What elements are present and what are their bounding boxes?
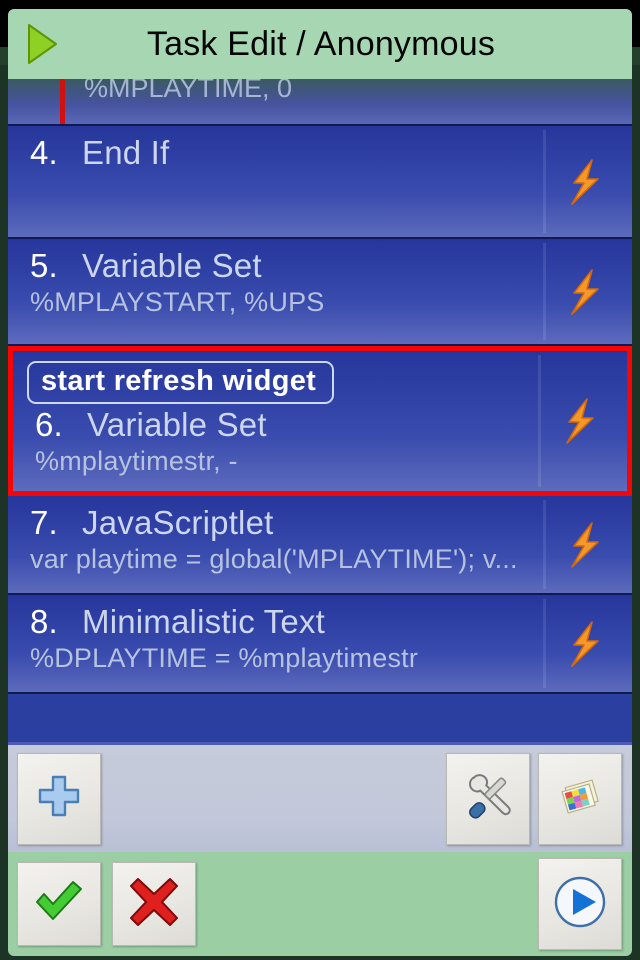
title-bar: Task Edit / Anonymous [8, 9, 632, 79]
list-item-name: Minimalistic Text [82, 603, 326, 640]
list-item-header: 8. Minimalistic Text [8, 603, 632, 641]
blue-play-icon [551, 873, 609, 936]
palette-button[interactable] [538, 752, 622, 845]
red-x-icon [128, 876, 180, 933]
green-play-icon [26, 23, 60, 65]
cancel-button[interactable] [112, 862, 196, 946]
list-item-number: 5. [30, 247, 58, 284]
list-item-header: 6. Variable Set [13, 406, 627, 444]
action-label-chip[interactable]: start refresh widget [27, 361, 335, 404]
page-title: Task Edit / Anonymous [146, 24, 496, 63]
list-item-subtitle: %MPLAYTIME, 0 [84, 79, 293, 103]
confirm-toolbar [8, 852, 632, 956]
phone-screen: 11:39 [0, 0, 640, 960]
list-item-number: 6. [35, 406, 63, 443]
list-item-header: 7. JavaScriptlet [8, 504, 632, 542]
table-row[interactable]: 7. JavaScriptlet var playtime = global('… [8, 496, 632, 595]
list-item-name: JavaScriptlet [82, 504, 274, 541]
table-row[interactable]: 4. End If [8, 126, 632, 239]
row-divider [543, 130, 546, 233]
list-item-subtitle: %mplaytimestr, - [35, 446, 238, 476]
accept-button[interactable] [17, 862, 101, 946]
row-divider [543, 599, 546, 688]
task-action-list[interactable]: %MPLAYTIME, 0 4. End If 5. Variable Set [8, 79, 632, 742]
lightning-bolt-icon[interactable] [561, 398, 599, 444]
list-item-name: Variable Set [87, 406, 267, 443]
lightning-bolt-icon[interactable] [566, 521, 604, 568]
lightning-bolt-icon[interactable] [566, 620, 604, 667]
list-item-number: 7. [30, 504, 58, 541]
row-divider [543, 243, 546, 340]
add-action-button[interactable] [17, 752, 101, 845]
green-check-icon [33, 876, 85, 933]
action-toolbar [8, 742, 632, 852]
list-item-name: End If [82, 134, 170, 171]
list-item-subtitle: %MPLAYSTART, %UPS [30, 287, 325, 317]
list-item-header: 5. Variable Set [8, 247, 632, 285]
run-task-button[interactable] [538, 858, 622, 950]
list-item-number: 8. [30, 603, 58, 640]
indent-marker [60, 79, 65, 124]
lightning-bolt-icon[interactable] [566, 268, 604, 315]
list-item-number: 4. [30, 134, 58, 171]
color-swatches-icon [556, 772, 604, 825]
row-divider [538, 355, 541, 487]
table-row-selected[interactable]: start refresh widget 6. Variable Set %mp… [8, 346, 632, 496]
plus-icon [36, 773, 82, 824]
list-item-name: Variable Set [82, 247, 262, 284]
row-divider [543, 500, 546, 589]
table-row[interactable]: 8. Minimalistic Text %DPLAYTIME = %mplay… [8, 595, 632, 694]
table-row[interactable]: 5. Variable Set %MPLAYSTART, %UPS [8, 239, 632, 346]
list-item-subtitle: %DPLAYTIME = %mplaytimestr [30, 643, 419, 673]
lightning-bolt-icon[interactable] [566, 158, 604, 205]
list-item-header: 4. End If [8, 134, 632, 172]
wrench-screwdriver-icon [461, 769, 515, 828]
list-item-partial[interactable]: %MPLAYTIME, 0 [8, 79, 632, 126]
tools-button[interactable] [446, 752, 530, 845]
list-item-subtitle: var playtime = global('MPLAYTIME'); v... [30, 544, 518, 574]
